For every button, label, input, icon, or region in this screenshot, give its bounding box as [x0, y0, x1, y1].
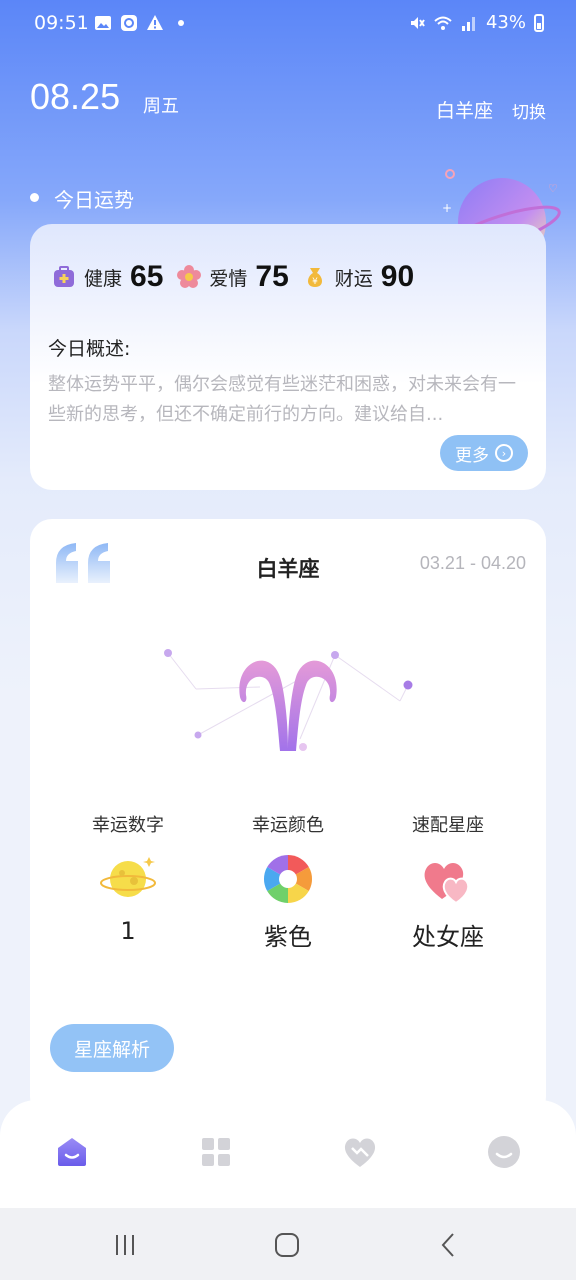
gallery-icon — [95, 16, 111, 30]
more-button[interactable]: 更多 › — [440, 435, 528, 471]
flower-icon — [177, 265, 202, 288]
svg-text:¥: ¥ — [312, 277, 318, 287]
svg-text:♡: ♡ — [548, 182, 558, 195]
lucky-number: 幸运数字 1 — [92, 815, 164, 945]
fortune-section-title: 今日运势 — [54, 188, 134, 212]
date: 08.25 — [30, 76, 121, 117]
stat-wealth: ¥ 财运 90 — [303, 260, 414, 294]
wifi-icon — [434, 16, 452, 30]
color-wheel-icon — [263, 855, 313, 903]
chevron-right-icon: › — [495, 444, 513, 462]
lucky-match-sign: 速配星座 处女座 — [412, 815, 484, 951]
money-bag-icon: ¥ — [307, 268, 322, 287]
battery-icon — [534, 13, 544, 32]
signal-icon — [461, 16, 475, 31]
fortune-card: 健康 65 爱情 75 ¥ 财运 90 今日概述: 整体运势平平，偶尔会感觉有些… — [30, 224, 546, 490]
health-kit-icon — [54, 266, 74, 287]
status-time: 09:51 — [34, 12, 89, 34]
home-icon[interactable] — [54, 1134, 90, 1170]
grid-icon[interactable] — [198, 1134, 234, 1170]
sign-card: 白羊座 03.21 - 04.20 幸运数字 1 幸运颜色 紫色 速配星座 处女… — [30, 519, 546, 1119]
dot-icon — [178, 20, 184, 26]
svg-text:+: + — [442, 201, 452, 215]
heart-icon[interactable] — [342, 1134, 378, 1170]
section-dot — [30, 193, 39, 202]
warning-icon — [147, 15, 163, 30]
fortune-stats: 健康 65 爱情 75 ¥ 财运 90 — [52, 260, 428, 294]
battery-percent: 43% — [485, 12, 526, 33]
stat-health: 健康 65 — [52, 260, 163, 294]
current-sign[interactable]: 白羊座 — [436, 96, 493, 123]
recent-apps-icon[interactable] — [110, 1230, 140, 1260]
hearts-icon — [424, 863, 470, 905]
app-icon — [121, 15, 137, 31]
back-icon[interactable] — [434, 1230, 464, 1260]
overview-text: 整体运势平平，偶尔会感觉有些迷茫和困惑，对未来会有一些新的思考，但还不确定前行的… — [48, 374, 516, 425]
status-bar: 09:51 43% — [0, 0, 576, 48]
sign-analysis-button[interactable]: 星座解析 — [50, 1024, 174, 1072]
lucky-color: 幸运颜色 紫色 — [252, 815, 324, 951]
mute-icon — [410, 16, 425, 29]
home-button-icon[interactable] — [272, 1230, 302, 1260]
sign-date-range: 03.21 - 04.20 — [419, 553, 526, 573]
profile-icon[interactable] — [486, 1134, 522, 1170]
weekday: 周五 — [143, 96, 179, 117]
switch-sign-button[interactable]: 切换 — [512, 98, 546, 123]
bottom-tab-bar — [0, 1100, 576, 1208]
planet-icon — [100, 857, 156, 897]
system-nav-bar — [0, 1208, 576, 1280]
stat-love: 爱情 75 — [177, 260, 289, 294]
overview-label: 今日概述: — [48, 338, 131, 360]
aries-symbol-icon — [164, 649, 413, 751]
